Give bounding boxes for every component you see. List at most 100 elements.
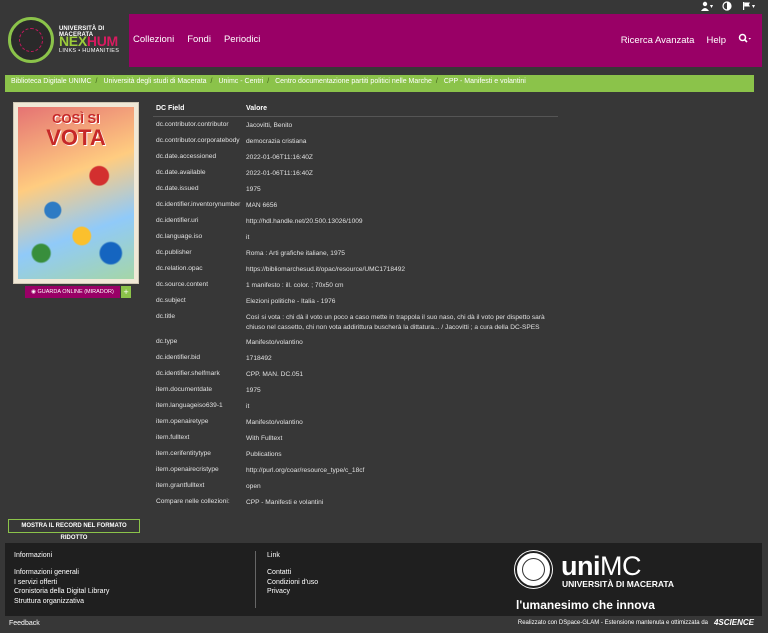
field-value: 1975 — [246, 387, 261, 394]
field-value: https://bibliomarchesud.it/opac/resource… — [246, 266, 406, 273]
table-row: dc.contributor.corporatebody democrazia c… — [153, 133, 558, 149]
field-name: Compare nelle collezioni: — [156, 498, 230, 505]
footer-link[interactable]: Condizioni d'uso — [267, 578, 318, 588]
field-value: 1 manifesto : ill. color. ; 70x50 cm — [246, 282, 344, 289]
field-value: 1975 — [246, 186, 261, 193]
table-row: dc.source.content 1 manifesto : ill. colo… — [153, 277, 558, 293]
table-row: dc.contributor.contributor Jacovitti, Ben… — [153, 117, 558, 133]
table-row: item.cerifentitytype Publications — [153, 446, 558, 462]
field-name: dc.identifier.shelfmark — [156, 370, 220, 377]
field-name: dc.relation.opac — [156, 265, 203, 272]
field-value: With Fulltext — [246, 435, 283, 442]
field-value: 2022-01-06T11:16:40Z — [246, 154, 313, 161]
table-row: item.fulltext With Fulltext — [153, 430, 558, 446]
unimc-motto: l'umanesimo che innova — [516, 598, 655, 612]
field-name: dc.type — [156, 338, 178, 345]
advanced-search-link[interactable]: Ricerca Avanzata — [621, 35, 695, 46]
feedback-link[interactable]: Feedback — [9, 620, 40, 627]
nexhum-logo[interactable]: UNIVERSITÀ DI MACERATA NEXHUM LINKS • HU… — [5, 14, 129, 67]
footer-link[interactable]: Informazioni generali — [14, 568, 109, 578]
field-value: Publications — [246, 451, 282, 458]
field-name: dc.contributor.contributor — [156, 121, 229, 128]
field-value: 1718492 — [246, 355, 272, 362]
table-header: DC Field Valore — [153, 101, 558, 117]
table-row: dc.identifier.shelfmark CPP. MAN. DC.051 — [153, 366, 558, 382]
site-header: UNIVERSITÀ DI MACERATA NEXHUM LINKS • HU… — [5, 14, 762, 67]
user-icon[interactable] — [700, 1, 710, 15]
short-record-button[interactable]: MOSTRA IL RECORD NEL FORMATO RIDOTTO — [8, 519, 140, 541]
table-row: Compare nelle collezioni: CPP - Manifesti… — [153, 494, 558, 510]
field-value: Così si vota : chi dà il voto un poco a … — [246, 314, 545, 331]
table-row: dc.date.available 2022-01-06T11:16:40Z — [153, 165, 558, 181]
footer-link[interactable]: Contatti — [267, 568, 318, 578]
unimc-wordmark: uniMC — [561, 551, 642, 581]
4science-logo[interactable]: 4SCIENCE — [714, 618, 754, 627]
nav-item-collezioni[interactable]: Collezioni — [133, 34, 174, 45]
footer-link[interactable]: I servizi offerti — [14, 578, 109, 588]
footer-link[interactable]: Privacy — [267, 587, 318, 597]
breadcrumb-item[interactable]: CPP - Manifesti e volantini — [444, 78, 526, 85]
table-row: item.openairetype Manifesto/volantino — [153, 414, 558, 430]
breadcrumb-item[interactable]: Unimc - Centri — [218, 78, 263, 85]
table-row: item.languageiso639-1 it — [153, 398, 558, 414]
field-value: democrazia cristiana — [246, 138, 307, 145]
mirador-view-button[interactable]: ◉ GUARDA ONLINE (MIRADOR) — [25, 286, 120, 298]
table-row: item.documentdate 1975 — [153, 382, 558, 398]
unimc-university-name: UNIVERSITÀ DI MACERATA — [562, 579, 675, 589]
table-row: dc.date.issued 1975 — [153, 181, 558, 197]
table-row: dc.title Così si vota : chi dà il voto un… — [153, 309, 558, 334]
breadcrumb-item[interactable]: Biblioteca Digitale UNIMC — [11, 78, 92, 85]
field-value: CPP. MAN. DC.051 — [246, 371, 304, 378]
field-name: item.fulltext — [156, 434, 190, 441]
breadcrumb-item[interactable]: Centro documentazione partiti politici n… — [275, 78, 432, 85]
metadata-table: DC Field Valore dc.contributor.contribut… — [153, 101, 558, 510]
table-row: dc.language.iso it — [153, 229, 558, 245]
field-value: Jacovitti, Benito — [246, 122, 293, 129]
table-row: dc.date.accessioned 2022-01-06T11:16:40Z — [153, 149, 558, 165]
footer-heading-info: Informazioni — [14, 552, 53, 559]
footer-link[interactable]: Cronistoria della Digital Library — [14, 587, 109, 597]
breadcrumb: Biblioteca Digitale UNIMC / Università de… — [5, 75, 754, 92]
poster-thumbnail[interactable]: COSÌ SI VOTA — [13, 102, 139, 284]
search-icon[interactable] — [738, 33, 752, 47]
footer-link-column: Link Contatti Condizioni d'uso Privacy — [267, 552, 318, 597]
realized-with-text: Realizzato con DSpace-GLAM - Estensione … — [517, 620, 708, 626]
footer-link[interactable]: Struttura organizzativa — [14, 597, 109, 607]
field-name: dc.date.issued — [156, 185, 199, 192]
poster-title-line2: VOTA — [46, 125, 106, 150]
site-footer: Informazioni Informazioni generali I ser… — [5, 543, 762, 616]
field-name: dc.date.accessioned — [156, 153, 217, 160]
table-row: dc.identifier.uri http://hdl.handle.net/2… — [153, 213, 558, 229]
flag-icon[interactable] — [742, 1, 752, 15]
field-name: dc.identifier.bid — [156, 354, 200, 361]
nav-item-periodici[interactable]: Periodici — [224, 34, 260, 45]
field-value: Elezioni politiche - Italia - 1976 — [246, 298, 336, 305]
field-name: item.languageiso639-1 — [156, 402, 223, 409]
right-nav: Ricerca Avanzata Help — [621, 33, 752, 47]
field-value: 2022-01-06T11:16:40Z — [246, 170, 313, 177]
field-name: dc.publisher — [156, 249, 192, 256]
table-row: dc.identifier.bid 1718492 — [153, 350, 558, 366]
table-row: dc.identifier.inventorynumber MAN 6656 — [153, 197, 558, 213]
field-name: item.grantfulltext — [156, 482, 205, 489]
help-link[interactable]: Help — [706, 35, 726, 46]
mirador-dropdown-button[interactable]: + — [121, 286, 131, 298]
nav-item-fondi[interactable]: Fondi — [187, 34, 211, 45]
chevron-down-icon[interactable]: ▾ — [752, 1, 755, 13]
field-name: dc.subject — [156, 297, 186, 304]
column-header-value: Valore — [246, 104, 268, 112]
top-utility-bar: ▾ ▾ — [0, 0, 768, 14]
breadcrumb-item[interactable]: Università degli studi di Macerata — [103, 78, 206, 85]
table-row: item.openairecristype http://purl.org/coa… — [153, 462, 558, 478]
field-value: it — [246, 403, 250, 410]
field-value: MAN 6656 — [246, 202, 278, 209]
field-value: Manifesto/volantino — [246, 339, 303, 346]
field-value: open — [246, 483, 261, 490]
column-header-field: DC Field — [156, 105, 185, 112]
logo-tagline: LINKS • HUMANITIES — [59, 48, 120, 54]
field-name: item.openairecristype — [156, 466, 219, 473]
field-name: dc.source.content — [156, 281, 209, 288]
table-row: dc.subject Elezioni politiche - Italia - … — [153, 293, 558, 309]
contrast-icon[interactable] — [722, 1, 732, 15]
chevron-down-icon[interactable]: ▾ — [710, 1, 713, 13]
